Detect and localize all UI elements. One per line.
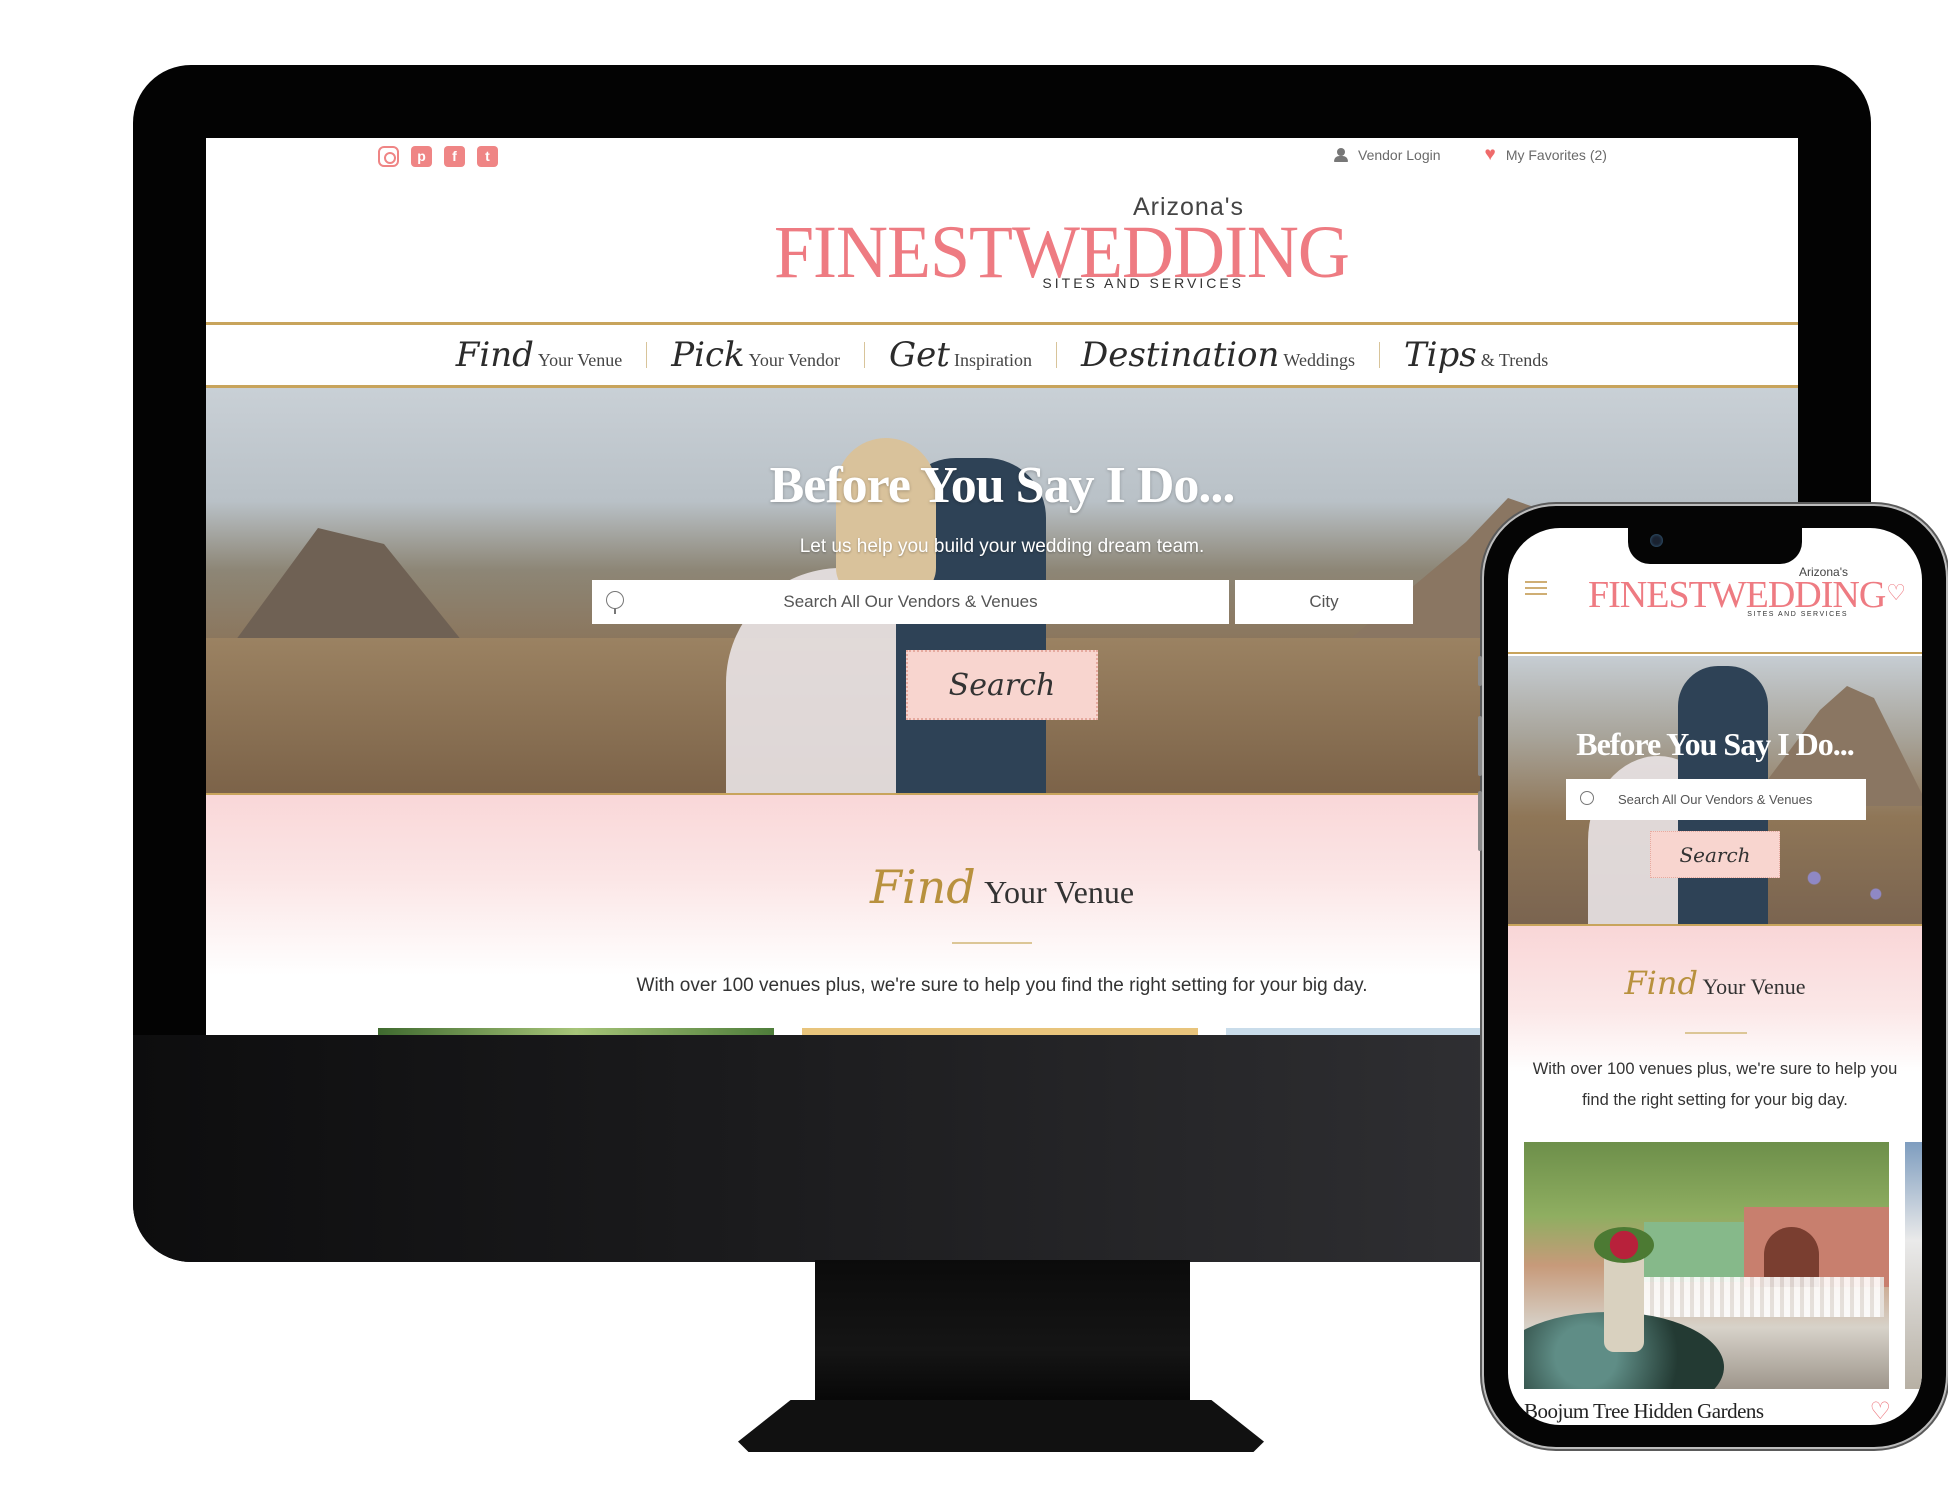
nav-find-your-venue[interactable]: Find Your Venue bbox=[432, 335, 647, 375]
utility-bar: p f t Vendor Login ♥ My Favorites (2) bbox=[206, 138, 1798, 178]
nav-plain-text: Your Vendor bbox=[748, 350, 840, 370]
venue-thumbnail[interactable] bbox=[802, 1028, 1198, 1035]
nav-destination-weddings[interactable]: Destination Weddings bbox=[1057, 335, 1379, 375]
main-nav: Find Your Venue Pick Your Vendor Get Ins… bbox=[206, 322, 1798, 388]
search-form bbox=[592, 580, 1413, 624]
mobile-screen: Arizona's FINESTWEDDING SITES AND SERVIC… bbox=[1508, 528, 1922, 1425]
site-logo[interactable]: Arizona's FINESTWEDDING SITES AND SERVIC… bbox=[206, 193, 1798, 303]
favorites-heart-icon[interactable]: ♡ bbox=[1886, 580, 1906, 606]
phone-notch bbox=[1628, 528, 1802, 564]
mobile-phone: Arizona's FINESTWEDDING SITES AND SERVIC… bbox=[1478, 506, 1946, 1447]
find-venue-description: With over 100 venues plus, we're sure to… bbox=[1532, 1060, 1898, 1109]
phone-side-button bbox=[1478, 791, 1482, 851]
nav-script-word: Get bbox=[889, 335, 950, 375]
logo-tagline: SITES AND SERVICES bbox=[1747, 611, 1848, 618]
mobile-search-field bbox=[1566, 779, 1866, 820]
social-links: p f t bbox=[378, 146, 498, 167]
camera-icon bbox=[1650, 534, 1663, 547]
mobile-search-button[interactable]: Search bbox=[1650, 831, 1780, 878]
heart-icon: ♥ bbox=[1484, 144, 1496, 165]
hamburger-menu-icon[interactable] bbox=[1525, 581, 1547, 595]
mobile-search-input[interactable] bbox=[1566, 779, 1866, 820]
phone-side-button bbox=[1478, 716, 1482, 776]
favorite-heart-icon[interactable]: ♡ bbox=[1869, 1397, 1891, 1425]
heading-plain-text: Your Venue bbox=[984, 874, 1135, 910]
location-pin-icon bbox=[606, 591, 624, 614]
venue-card-next-peek[interactable] bbox=[1905, 1142, 1922, 1389]
venue-card-image[interactable] bbox=[1524, 1142, 1889, 1389]
heading-divider bbox=[1685, 1032, 1747, 1034]
nav-plain-text: Inspiration bbox=[953, 350, 1032, 370]
utility-links: Vendor Login ♥ My Favorites (2) bbox=[1334, 144, 1607, 165]
monitor-stand-base bbox=[738, 1400, 1264, 1452]
nav-script-word: Destination bbox=[1080, 335, 1280, 375]
heading-script-word: Find bbox=[1624, 964, 1698, 1002]
monitor-stand-neck bbox=[815, 1260, 1190, 1410]
heading-divider bbox=[952, 942, 1032, 944]
vendor-login-link[interactable]: Vendor Login bbox=[1334, 147, 1441, 163]
nav-pick-your-vendor[interactable]: Pick Your Vendor bbox=[647, 335, 864, 375]
heading-script-word: Find bbox=[869, 860, 976, 914]
nav-script-word: Pick bbox=[671, 335, 745, 375]
venue-card-name[interactable]: Boojum Tree Hidden Gardens bbox=[1524, 1399, 1889, 1424]
mobile-find-venue-section: Find Your Venue With over 100 venues plu… bbox=[1508, 924, 1922, 1134]
find-venue-heading: Find Your Venue bbox=[1508, 964, 1922, 1002]
logo-tagline: SITES AND SERVICES bbox=[1042, 275, 1244, 291]
vendor-search-input[interactable] bbox=[592, 580, 1229, 624]
nav-tips-trends[interactable]: Tips & Trends bbox=[1380, 335, 1572, 375]
user-icon bbox=[1334, 148, 1348, 162]
nav-get-inspiration[interactable]: Get Inspiration bbox=[865, 335, 1056, 375]
heading-plain-text: Your Venue bbox=[1702, 974, 1806, 999]
mobile-site-logo[interactable]: Arizona's FINESTWEDDING SITES AND SERVIC… bbox=[1588, 565, 1886, 625]
twitter-icon[interactable]: t bbox=[477, 146, 498, 167]
venue-thumbnail[interactable] bbox=[378, 1028, 774, 1035]
nav-script-word: Tips bbox=[1403, 335, 1477, 375]
mobile-hero-section: Before You Say I Do... Search bbox=[1508, 656, 1922, 924]
phone-side-button bbox=[1478, 656, 1482, 686]
city-input[interactable] bbox=[1235, 580, 1413, 624]
venue-card[interactable]: Boojum Tree Hidden Gardens ♡ bbox=[1524, 1142, 1891, 1425]
search-button[interactable]: Search bbox=[906, 650, 1098, 720]
pinterest-icon[interactable]: p bbox=[411, 146, 432, 167]
mobile-hero-title: Before You Say I Do... bbox=[1576, 726, 1855, 762]
my-favorites-link[interactable]: ♥ My Favorites (2) bbox=[1484, 144, 1607, 165]
city-field bbox=[1235, 580, 1413, 624]
facebook-icon[interactable]: f bbox=[444, 146, 465, 167]
hero-image-flowers bbox=[1768, 846, 1922, 924]
my-favorites-label: My Favorites (2) bbox=[1505, 147, 1607, 163]
location-pin-icon bbox=[1580, 791, 1594, 805]
nav-plain-text: Weddings bbox=[1283, 350, 1355, 370]
vendor-search-field bbox=[592, 580, 1229, 624]
vendor-login-label: Vendor Login bbox=[1358, 147, 1441, 163]
instagram-icon[interactable] bbox=[378, 146, 399, 167]
nav-plain-text: Your Venue bbox=[537, 350, 623, 370]
nav-script-word: Find bbox=[455, 335, 534, 375]
nav-plain-text: & Trends bbox=[1480, 350, 1549, 370]
